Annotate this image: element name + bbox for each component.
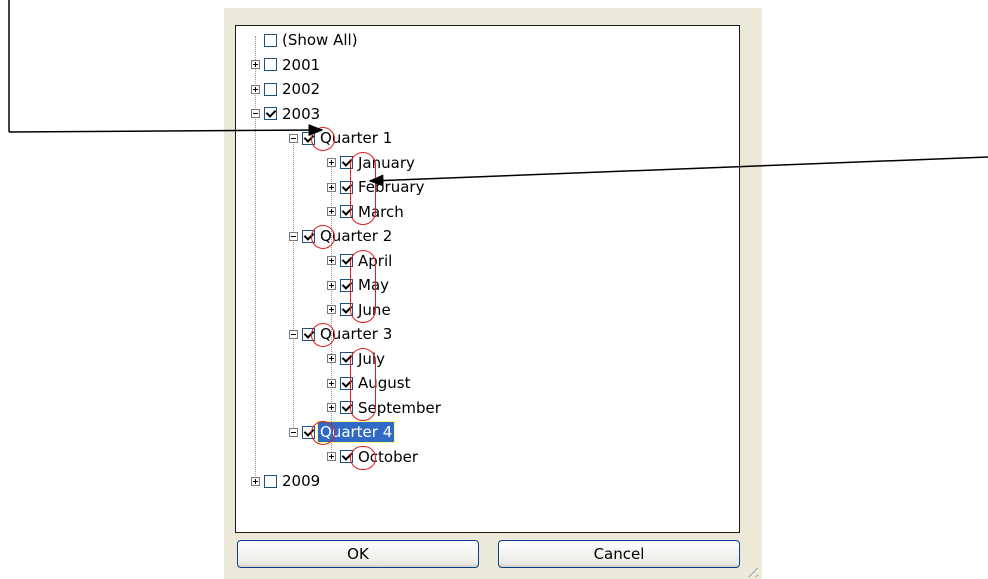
expand-icon[interactable] <box>327 354 336 363</box>
expand-icon[interactable] <box>327 378 336 388</box>
expand-icon[interactable] <box>327 305 336 314</box>
date-filter-tree[interactable]: (Show All) 2001 2002 2003 Quarter 1 January Fe… <box>235 25 740 533</box>
collapse-icon[interactable] <box>289 329 298 339</box>
tree-item-quarter-2[interactable]: Quarter 2 <box>289 224 394 248</box>
tree-item-label: January <box>358 153 415 172</box>
tree-item-label: 2009 <box>282 472 321 490</box>
expand-icon[interactable] <box>327 452 336 461</box>
item-checkbox[interactable] <box>340 401 353 414</box>
tree-item-label: 2003 <box>282 104 321 123</box>
item-checkbox[interactable] <box>340 278 353 292</box>
tree-item-quarter-3[interactable]: Quarter 3 <box>289 322 394 346</box>
tree-item-label: August <box>358 374 411 392</box>
tree-item-label: Quarter 2 <box>320 227 393 245</box>
item-checkbox[interactable] <box>264 82 277 96</box>
item-checkbox[interactable] <box>340 180 353 194</box>
tree-item-july[interactable]: July <box>327 347 387 371</box>
expand-icon[interactable] <box>327 280 336 290</box>
item-checkbox[interactable] <box>264 474 277 488</box>
collapse-icon[interactable] <box>251 109 260 118</box>
item-checkbox[interactable] <box>302 229 315 243</box>
item-checkbox[interactable] <box>264 107 277 120</box>
tree-item-label: Quarter 3 <box>320 325 393 343</box>
tree-item-label: (Show All) <box>282 31 358 49</box>
item-checkbox[interactable] <box>264 58 277 71</box>
tree-item-label: June <box>358 300 391 319</box>
expand-icon[interactable] <box>251 84 260 94</box>
tree-item-label: Quarter 1 <box>320 129 393 147</box>
item-checkbox[interactable] <box>340 376 353 390</box>
ok-button[interactable]: OK <box>237 540 479 568</box>
expand-icon[interactable] <box>327 256 336 265</box>
tree-guide-line <box>293 134 294 431</box>
tree-item-label: 2001 <box>282 55 321 74</box>
tree-item-label: October <box>358 447 419 466</box>
item-checkbox[interactable] <box>340 352 353 365</box>
tree-item-2002[interactable]: 2002 <box>251 77 322 101</box>
tree-item-january[interactable]: January <box>327 151 417 175</box>
cancel-button[interactable]: Cancel <box>498 540 740 568</box>
expand-icon[interactable] <box>327 182 336 192</box>
item-checkbox[interactable] <box>340 254 353 267</box>
tree-item-march[interactable]: March <box>327 200 406 224</box>
item-checkbox[interactable] <box>302 425 315 439</box>
tree-item-may[interactable]: May <box>327 273 391 297</box>
expand-icon[interactable] <box>327 158 336 167</box>
item-checkbox[interactable] <box>340 205 353 218</box>
tree-item-show-all[interactable]: (Show All) <box>251 28 360 52</box>
tree-item-label: Quarter 4 <box>316 421 396 443</box>
collapse-icon[interactable] <box>289 427 298 437</box>
item-checkbox[interactable] <box>302 131 315 145</box>
tree-item-label: February <box>358 178 425 196</box>
tree-item-2009[interactable]: 2009 <box>251 469 322 493</box>
tree-item-quarter-1[interactable]: Quarter 1 <box>289 126 394 150</box>
tree-item-quarter-4[interactable]: Quarter 4 <box>289 420 396 444</box>
tree-item-october[interactable]: October <box>327 445 420 469</box>
tree-item-label: March <box>358 202 404 221</box>
item-checkbox[interactable] <box>340 303 353 316</box>
tree-item-label: 2002 <box>282 80 321 98</box>
item-checkbox[interactable] <box>302 327 315 341</box>
tree-item-label: September <box>358 398 441 417</box>
collapse-icon[interactable] <box>289 133 298 143</box>
item-checkbox[interactable] <box>340 156 353 169</box>
tree-item-august[interactable]: August <box>327 371 413 395</box>
expand-icon[interactable] <box>327 207 336 216</box>
item-checkbox[interactable] <box>340 450 353 463</box>
item-checkbox[interactable] <box>264 33 277 47</box>
tree-item-june[interactable]: June <box>327 298 393 322</box>
collapse-icon[interactable] <box>289 231 298 241</box>
tree-item-label: April <box>358 251 393 270</box>
expand-icon[interactable] <box>251 60 260 69</box>
tree-item-february[interactable]: February <box>327 175 426 199</box>
tree-item-2001[interactable]: 2001 <box>251 53 322 77</box>
tree-item-label: July <box>358 349 385 368</box>
tree-item-september[interactable]: September <box>327 396 443 420</box>
tree-item-2003[interactable]: 2003 <box>251 102 322 126</box>
expand-icon[interactable] <box>327 403 336 412</box>
tree-item-label: May <box>358 276 390 294</box>
expand-icon[interactable] <box>251 476 260 486</box>
tree-item-april[interactable]: April <box>327 249 394 273</box>
